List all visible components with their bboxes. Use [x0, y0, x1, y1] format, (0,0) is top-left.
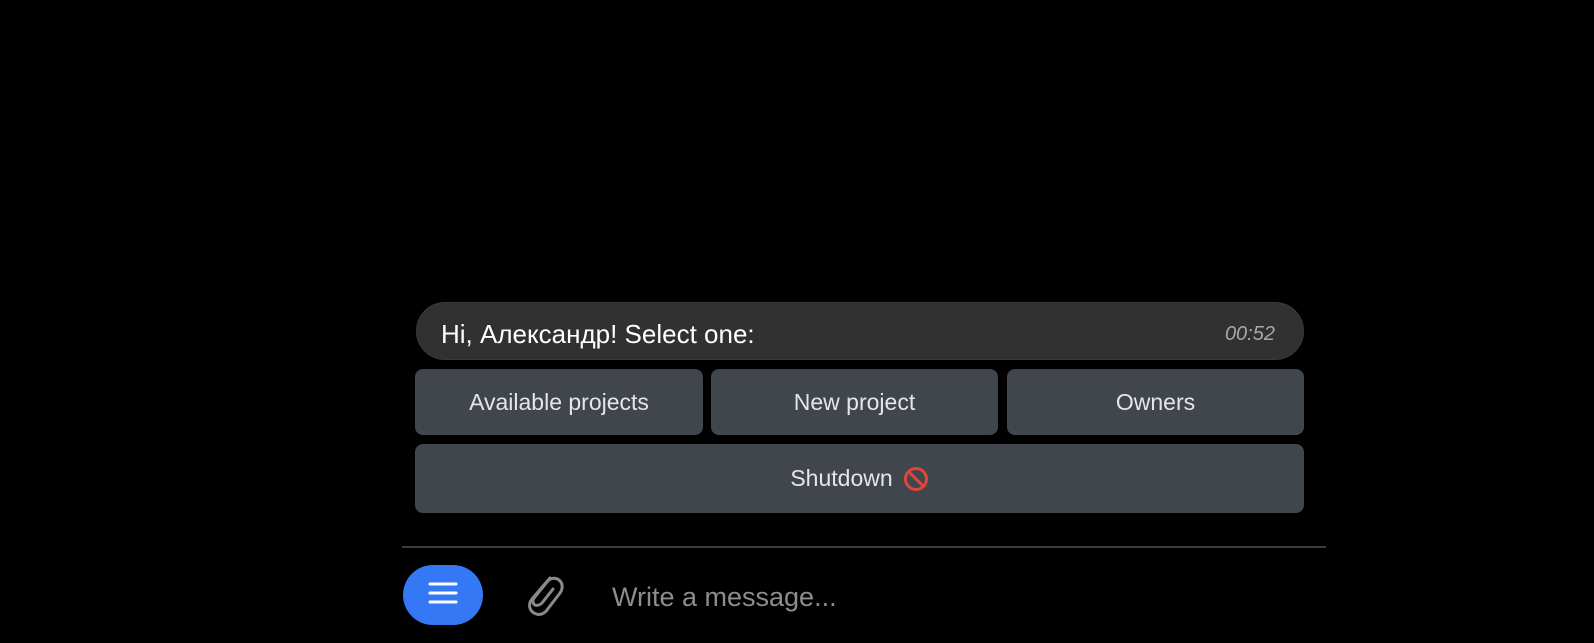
- available-projects-button[interactable]: Available projects: [415, 369, 703, 435]
- message-input[interactable]: [612, 575, 1302, 619]
- shutdown-button[interactable]: Shutdown: [415, 444, 1304, 513]
- new-project-label: New project: [793, 388, 916, 415]
- owners-label: Owners: [1115, 388, 1196, 415]
- available-projects-label: Available projects: [469, 388, 649, 415]
- attach-button[interactable]: [518, 570, 568, 622]
- menu-icon: [427, 580, 459, 611]
- paperclip-icon: [520, 569, 566, 624]
- new-project-button[interactable]: New project: [711, 369, 998, 435]
- owners-button[interactable]: Owners: [1007, 369, 1304, 435]
- composer-divider: [402, 546, 1326, 548]
- chat-screen: Hi, Александр! Select one: 00:52 Availab…: [0, 0, 1594, 643]
- message-text: Hi, Александр! Select one:: [441, 319, 755, 349]
- bot-message-bubble: Hi, Александр! Select one: 00:52: [416, 302, 1304, 360]
- shutdown-label: Shutdown: [790, 465, 893, 491]
- prohibited-icon: [903, 466, 929, 492]
- message-timestamp: 00:52: [1224, 323, 1275, 345]
- menu-button[interactable]: [403, 565, 483, 625]
